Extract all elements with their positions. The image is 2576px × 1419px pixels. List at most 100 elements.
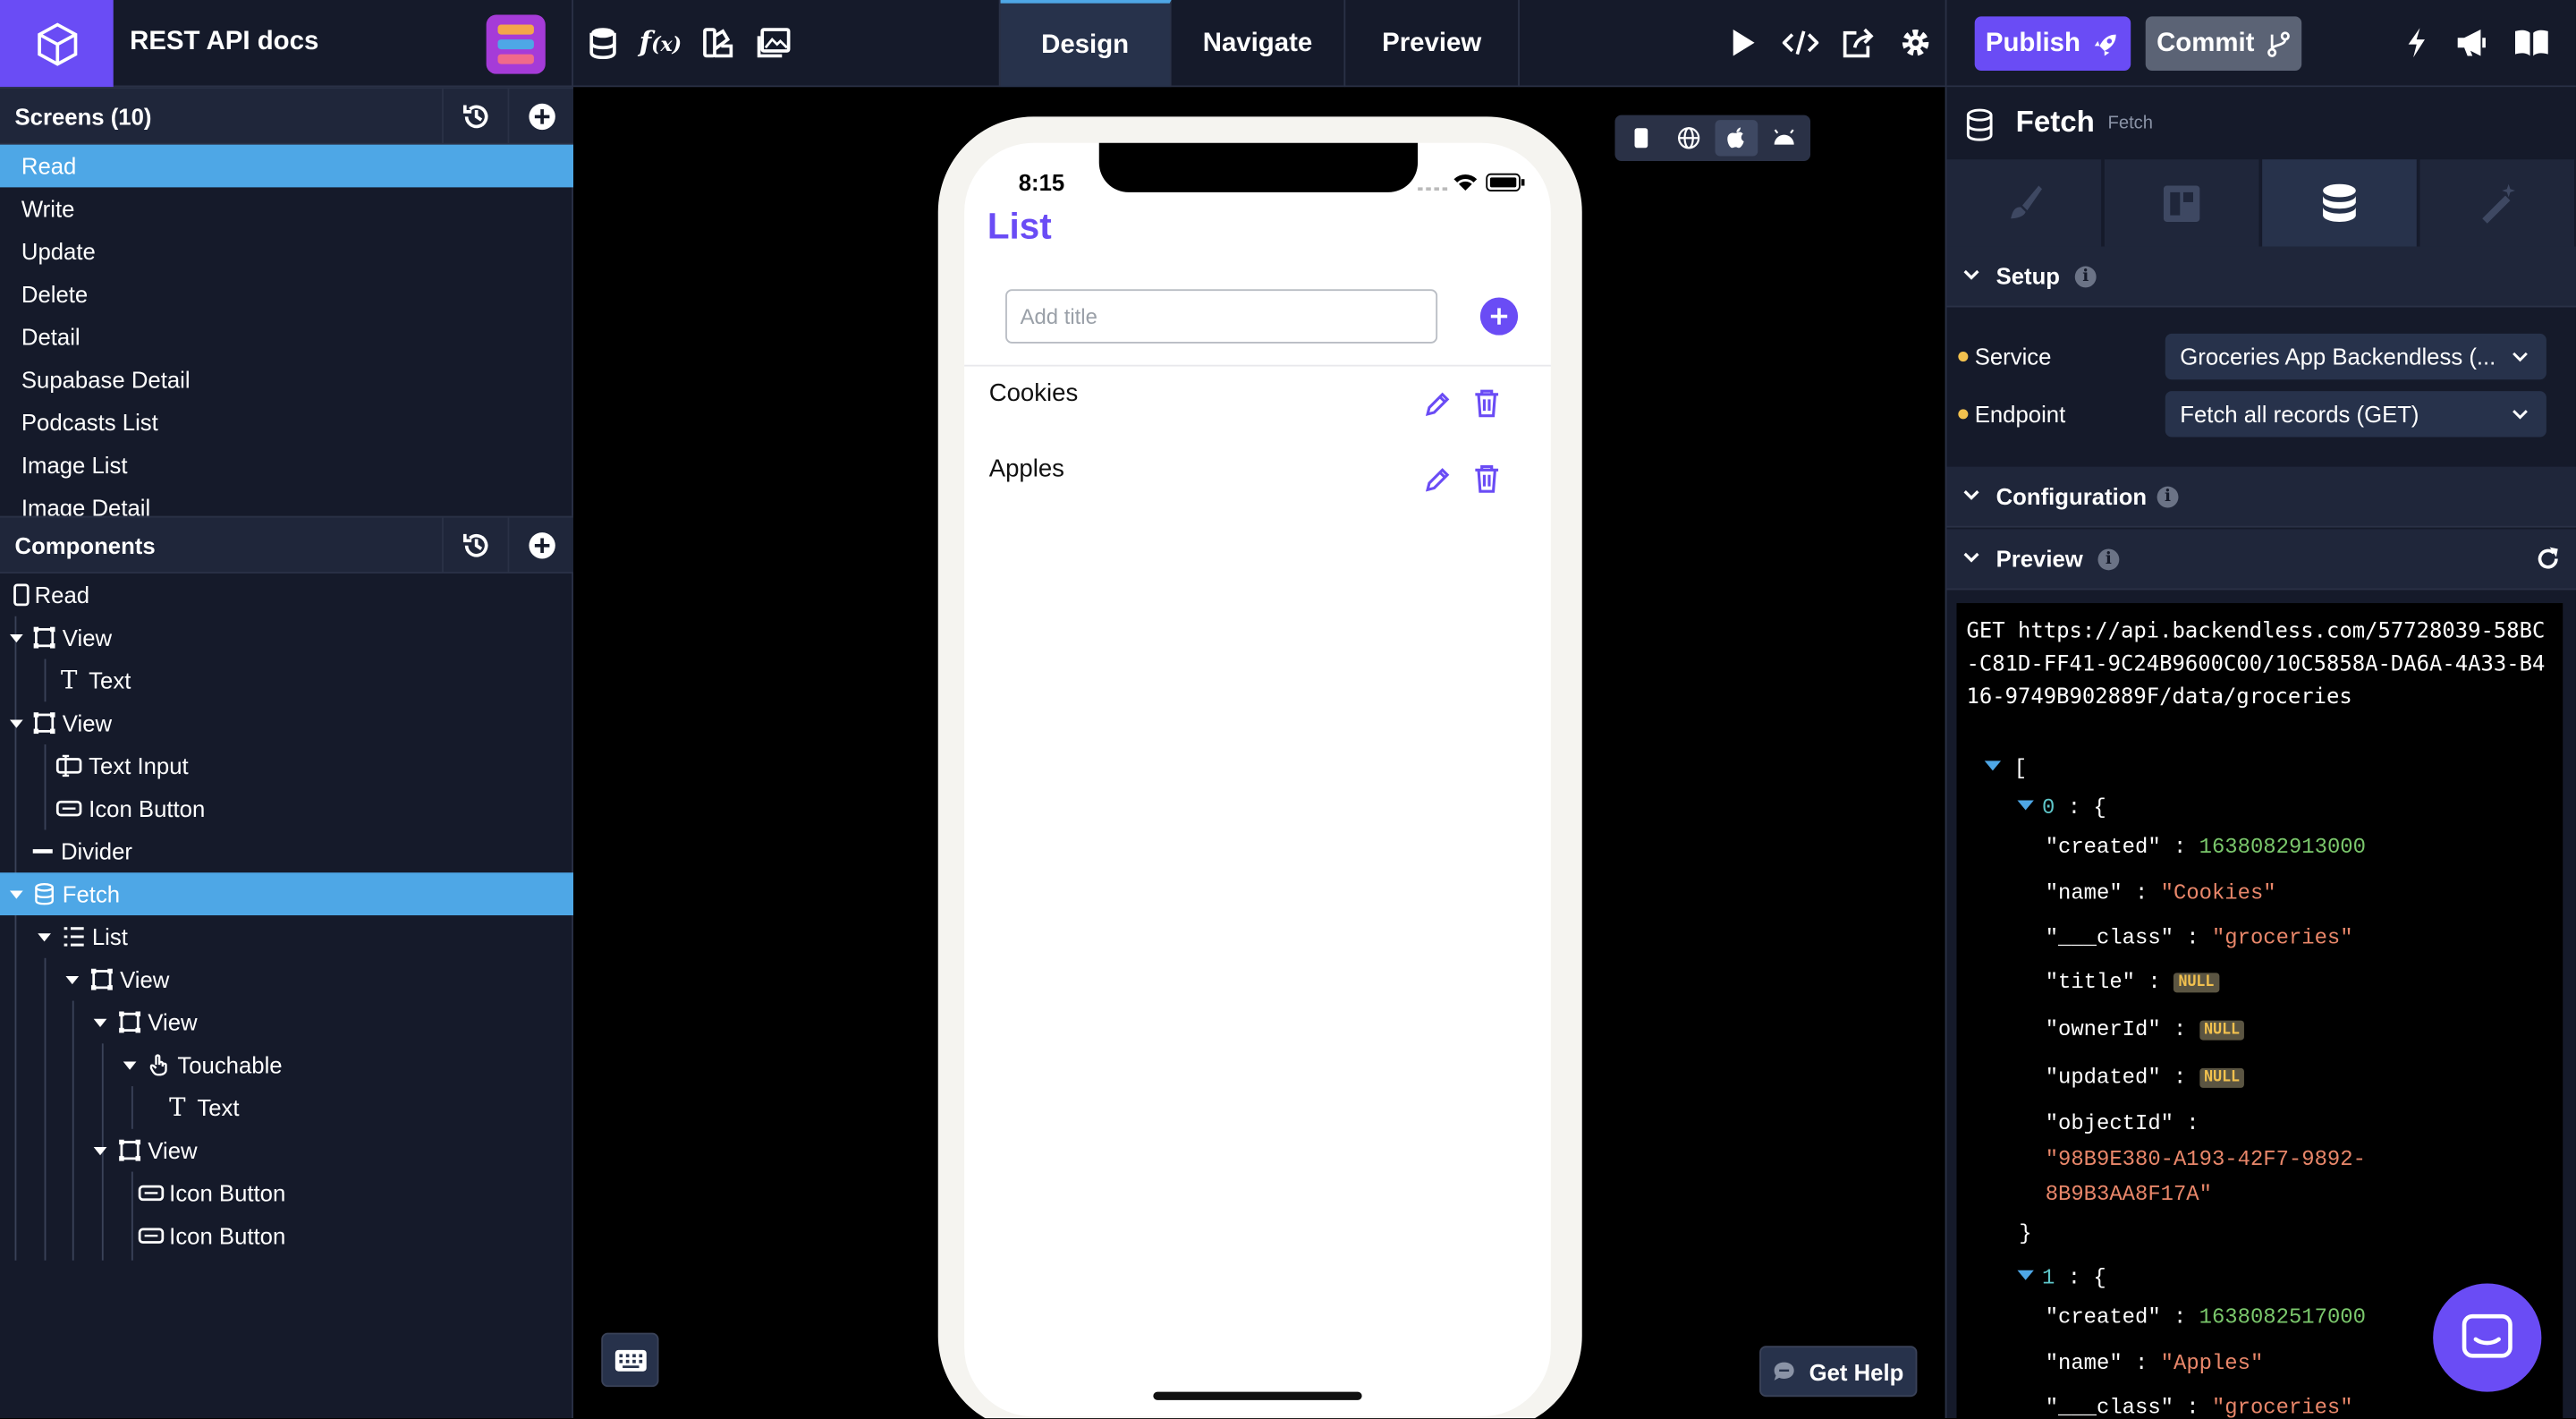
get-help-label: Get Help <box>1809 1358 1904 1385</box>
device-phone-icon[interactable] <box>1620 120 1663 156</box>
screen-item-write[interactable]: Write <box>0 187 573 230</box>
tree-node-icon-button[interactable]: Icon Button <box>0 1172 573 1215</box>
service-select[interactable]: Groceries App Backendless (... <box>2165 333 2546 380</box>
info-icon[interactable]: i <box>2074 266 2097 288</box>
list-item-text[interactable]: Cookies <box>989 379 1079 407</box>
caret-down-icon[interactable] <box>93 1147 107 1156</box>
edit-button[interactable] <box>1423 389 1453 419</box>
tab-style[interactable] <box>1946 159 2103 247</box>
info-icon[interactable]: i <box>2097 548 2120 571</box>
caret-down-icon[interactable] <box>38 933 51 942</box>
list-icon <box>64 927 84 947</box>
get-help-button[interactable]: Get Help <box>1759 1346 1918 1398</box>
setup-section-header[interactable]: Setup i <box>1946 246 2576 308</box>
tree-node-text[interactable]: T Text <box>0 659 573 702</box>
collapse-caret-icon[interactable] <box>1984 760 2002 771</box>
publish-button[interactable]: Publish <box>1974 16 2131 71</box>
commit-button[interactable]: Commit <box>2145 16 2302 71</box>
add-component-button[interactable] <box>507 517 573 574</box>
tree-node-fetch[interactable]: Fetch <box>0 872 574 916</box>
tree-node-view[interactable]: View <box>0 1129 573 1172</box>
keyboard-shortcuts-button[interactable] <box>601 1332 659 1388</box>
tab-interactions[interactable] <box>2419 159 2576 247</box>
magic-wand-icon <box>2482 183 2515 223</box>
screen-item-delete[interactable]: Delete <box>0 273 573 316</box>
add-screen-button[interactable] <box>507 89 573 145</box>
edit-button[interactable] <box>1423 465 1453 495</box>
tree-node-list[interactable]: List <box>0 915 573 958</box>
database-icon[interactable] <box>583 23 623 63</box>
configuration-title: Configuration <box>1996 482 2148 510</box>
caret-down-icon[interactable] <box>10 890 23 899</box>
collapse-caret-icon[interactable] <box>2017 1270 2034 1280</box>
configuration-section-header[interactable]: Configuration i <box>1946 466 2576 528</box>
screen-item-podcasts-list[interactable]: Podcasts List <box>0 401 573 444</box>
tree-node-text-input[interactable]: Text Input <box>0 744 573 787</box>
caret-down-icon[interactable] <box>65 975 80 985</box>
text-input-icon <box>55 754 82 777</box>
tree-node-divider[interactable]: Divider <box>0 830 573 873</box>
tab-design[interactable]: Design <box>1000 0 1172 88</box>
play-icon[interactable] <box>1724 23 1763 63</box>
screen-item-detail[interactable]: Detail <box>0 316 573 359</box>
tab-navigate[interactable]: Navigate <box>1172 0 1346 88</box>
android-icon[interactable] <box>1763 120 1806 156</box>
chevron-down-icon <box>1963 552 1979 563</box>
share-icon[interactable] <box>1838 23 1877 63</box>
add-item-button[interactable] <box>1479 297 1519 336</box>
tree-node-read[interactable]: Read <box>0 574 573 616</box>
tab-preview[interactable]: Preview <box>1345 0 1520 88</box>
support-chat-button[interactable] <box>2433 1283 2542 1392</box>
tree-node-view[interactable]: View <box>0 616 573 659</box>
app-window: REST API docs f(x) Design Navigate Previ… <box>0 0 2576 1419</box>
web-globe-icon[interactable] <box>1667 120 1710 156</box>
image-assets-icon[interactable] <box>754 23 793 63</box>
chevron-down-icon <box>1963 269 1979 280</box>
megaphone-icon[interactable] <box>2453 23 2492 63</box>
endpoint-select[interactable]: Fetch all records (GET) <box>2165 391 2546 438</box>
collapse-caret-icon[interactable] <box>2017 800 2034 811</box>
caret-down-icon[interactable] <box>93 1018 107 1027</box>
service-value: Groceries App Backendless (... <box>2180 343 2496 370</box>
tab-data[interactable] <box>2262 159 2419 247</box>
tree-node-icon-button[interactable]: Icon Button <box>0 1214 573 1257</box>
tree-node-text[interactable]: T Text <box>0 1086 573 1129</box>
tree-node-label: View <box>62 624 113 651</box>
screen-item-read[interactable]: Read <box>0 144 574 188</box>
list-item-text[interactable]: Apples <box>989 455 1064 483</box>
json-key: "title" <box>2045 969 2135 995</box>
screen-item-image-detail[interactable]: Image Detail <box>0 487 573 516</box>
screen-item-update[interactable]: Update <box>0 230 573 273</box>
code-icon[interactable] <box>1781 23 1820 63</box>
caret-down-icon[interactable] <box>10 719 23 728</box>
project-avatar[interactable] <box>486 14 546 74</box>
refresh-icon[interactable] <box>2535 546 2561 572</box>
delete-button[interactable] <box>1472 463 1502 495</box>
caret-down-icon[interactable] <box>123 1061 137 1070</box>
screens-history-button[interactable] <box>442 89 507 145</box>
ios-apple-icon[interactable] <box>1715 120 1758 157</box>
tree-node-view[interactable]: View <box>0 701 573 744</box>
screen-item-supabase-detail[interactable]: Supabase Detail <box>0 358 573 401</box>
component-name: Fetch <box>2015 105 2095 139</box>
lightning-icon[interactable] <box>2397 23 2436 63</box>
caret-down-icon[interactable] <box>10 633 23 643</box>
delete-button[interactable] <box>1472 387 1502 419</box>
components-history-button[interactable] <box>442 517 507 574</box>
tree-node-icon-button[interactable]: Icon Button <box>0 787 573 830</box>
docs-book-icon[interactable] <box>2512 23 2551 63</box>
settings-gear-icon[interactable] <box>1896 23 1936 63</box>
preview-title: Preview <box>1996 545 2083 573</box>
preview-section-header[interactable]: Preview i <box>1946 529 2576 591</box>
function-icon[interactable]: f(x) <box>639 23 682 63</box>
screen-item-image-list[interactable]: Image List <box>0 444 573 487</box>
theme-palette-icon[interactable] <box>699 23 738 63</box>
app-logo[interactable] <box>0 0 114 88</box>
tree-node-view[interactable]: View <box>0 958 573 1001</box>
required-dot <box>1958 409 1969 420</box>
add-title-input[interactable]: Add title <box>1005 289 1438 344</box>
tab-layout[interactable] <box>2104 159 2261 247</box>
tree-node-touchable[interactable]: Touchable <box>0 1043 573 1086</box>
info-icon[interactable]: i <box>2157 486 2179 508</box>
tree-node-view[interactable]: View <box>0 1001 573 1044</box>
